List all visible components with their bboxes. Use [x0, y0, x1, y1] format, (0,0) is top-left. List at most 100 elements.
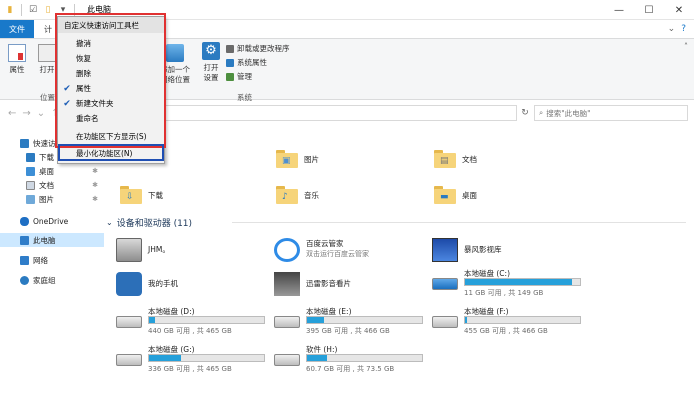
nav-documents[interactable]: 文档 ✱: [0, 178, 104, 192]
menu-item-delete[interactable]: 删除: [58, 66, 164, 81]
chevron-down-icon[interactable]: ⌄: [668, 24, 676, 34]
device-jhm[interactable]: JHM。: [104, 232, 264, 268]
help-icon[interactable]: ?: [681, 24, 686, 34]
maximize-button[interactable]: ☐: [634, 0, 664, 20]
pin-icon[interactable]: ✱: [92, 167, 98, 175]
recent-dropdown-icon[interactable]: ⌄: [37, 108, 45, 119]
drive-g[interactable]: 本地磁盘 (G:) 336 GB 可用 , 共 465 GB: [104, 342, 265, 378]
folder-downloads[interactable]: ⇩ 下载: [120, 186, 163, 204]
menu-item-properties[interactable]: ✔ 属性: [58, 81, 164, 96]
drive-h[interactable]: 软件 (H:) 60.7 GB 可用 , 共 73.5 GB: [262, 342, 423, 378]
window-title: 此电脑: [87, 5, 111, 14]
nav-onedrive-label: OneDrive: [33, 216, 69, 226]
folder-desktop-label: 桌面: [462, 190, 477, 200]
nav-documents-label: 文档: [39, 180, 54, 190]
close-button[interactable]: ✕: [664, 0, 694, 20]
collapse-ribbon-icon[interactable]: ˄: [684, 42, 688, 51]
menu-item-undo-label: 撤消: [76, 39, 91, 48]
open-settings-label-1: 打开: [203, 63, 219, 72]
drive-f-usage-bar: [464, 316, 581, 324]
uninstall-program-button[interactable]: 卸载或更改程序: [226, 43, 290, 54]
folder-documents[interactable]: ▤ 文档: [434, 150, 477, 168]
video-library-icon: [432, 238, 458, 262]
nav-desktop[interactable]: 桌面 ✱: [0, 164, 104, 178]
menu-item-redo[interactable]: 恢复: [58, 51, 164, 66]
drive-icon: [116, 316, 142, 328]
nav-homegroup[interactable]: 家庭组: [0, 273, 104, 287]
device-xunlei[interactable]: 迅雷影音看片: [262, 266, 422, 302]
drive-icon: [274, 316, 300, 328]
desktop-icon: [26, 166, 35, 176]
device-baidu[interactable]: 百度云管家 双击运行百度云管家: [262, 232, 422, 268]
back-icon[interactable]: ←: [8, 108, 16, 119]
drive-e[interactable]: 本地磁盘 (E:) 395 GB 可用 , 共 466 GB: [262, 304, 423, 340]
downloads-folder-icon: ⇩: [120, 186, 142, 204]
refresh-icon[interactable]: ↻: [518, 105, 532, 121]
nav-downloads-label: 下载: [39, 152, 54, 162]
folder-music[interactable]: ♪ 音乐: [276, 186, 319, 204]
nav-homegroup-label: 家庭组: [33, 275, 56, 285]
folder-pictures[interactable]: ▣ 图片: [276, 150, 319, 168]
drive-c[interactable]: 本地磁盘 (C:) 11 GB 可用 , 共 149 GB: [420, 266, 581, 302]
drive-d[interactable]: 本地磁盘 (D:) 440 GB 可用 , 共 465 GB: [104, 304, 265, 340]
forward-icon[interactable]: →: [22, 108, 30, 119]
video-player-icon: [274, 272, 300, 296]
drive-icon: [116, 354, 142, 366]
menu-item-redo-label: 恢复: [76, 54, 91, 63]
system-properties-icon: [226, 58, 234, 67]
music-folder-icon: ♪: [276, 186, 298, 204]
devices-section-header[interactable]: ⌄ 设备和驱动器 (11): [106, 216, 192, 229]
drive-g-space: 336 GB 可用 , 共 465 GB: [148, 365, 232, 373]
manage-button[interactable]: 管理: [226, 71, 252, 82]
properties-label: 属性: [9, 65, 25, 74]
nav-pictures-label: 图片: [39, 194, 54, 204]
minimize-button[interactable]: —: [604, 0, 634, 20]
device-storm[interactable]: 暴风影视库: [420, 232, 580, 268]
qat-dropdown-icon[interactable]: ▾: [57, 4, 69, 16]
window-controls: — ☐ ✕: [604, 0, 694, 20]
open-button[interactable]: 打开: [38, 44, 56, 75]
search-box[interactable]: ⌕ 搜索"此电脑": [534, 105, 688, 121]
explorer-icon[interactable]: ▮: [4, 4, 16, 16]
device-storm-label: 暴风影视库: [464, 245, 502, 254]
search-icon: ⌕: [539, 108, 544, 117]
nav-this-pc-label: 此电脑: [33, 235, 56, 245]
menu-item-rename[interactable]: 重命名: [58, 111, 164, 126]
menu-item-show-below-ribbon[interactable]: 在功能区下方显示(S): [58, 129, 164, 144]
customize-quick-access-menu: 自定义快速访问工具栏 撤消 恢复 删除 ✔ 属性 ✔ 新建文件夹 重命名 在功能…: [57, 16, 165, 164]
desktop-folder-icon: ▬: [434, 186, 456, 204]
network-location-icon: [166, 44, 184, 62]
open-settings-button[interactable]: ⚙ 打开 设置: [202, 42, 220, 83]
drive-e-usage-bar: [306, 316, 423, 324]
system-properties-label: 系统属性: [237, 58, 267, 67]
nav-pictures[interactable]: 图片 ✱: [0, 192, 104, 206]
nav-network[interactable]: 网络: [0, 253, 104, 267]
ribbon-right-controls: ⌄ ?: [668, 20, 694, 38]
properties-check-icon[interactable]: ☑: [27, 4, 39, 16]
device-phone[interactable]: 我的手机: [104, 266, 264, 302]
properties-button[interactable]: 属性: [8, 44, 26, 75]
system-properties-button[interactable]: 系统属性: [226, 57, 267, 68]
document-icon: [26, 180, 35, 190]
drive-g-usage-bar: [148, 354, 265, 362]
menu-item-undo[interactable]: 撤消: [58, 36, 164, 51]
folder-desktop[interactable]: ▬ 桌面: [434, 186, 477, 204]
drive-c-space: 11 GB 可用 , 共 149 GB: [464, 289, 544, 297]
menu-item-delete-label: 删除: [76, 69, 91, 78]
address-input[interactable]: [165, 105, 517, 121]
menu-item-minimize-ribbon[interactable]: 最小化功能区(N): [58, 146, 164, 161]
tab-file[interactable]: 文件: [0, 20, 34, 38]
nav-network-label: 网络: [33, 255, 48, 265]
pin-icon[interactable]: ✱: [92, 181, 98, 189]
pin-icon[interactable]: ✱: [92, 195, 98, 203]
chevron-down-icon[interactable]: ⌄: [106, 218, 113, 227]
nav-onedrive[interactable]: OneDrive: [0, 214, 104, 228]
drive-f[interactable]: 本地磁盘 (F:) 455 GB 可用 , 共 466 GB: [420, 304, 581, 340]
pictures-icon: [26, 194, 35, 204]
menu-item-new-folder[interactable]: ✔ 新建文件夹: [58, 96, 164, 111]
new-folder-icon[interactable]: ▯: [42, 4, 54, 16]
content-pane: ▣ 图片 ▤ 文档 ⇩ 下载 ♪ 音乐 ▬ 桌面 ⌄ 设备和驱动器 (11) J…: [104, 128, 694, 400]
computer-icon: [20, 235, 29, 245]
nav-this-pc[interactable]: 此电脑: [0, 233, 104, 247]
checkmark-icon: ✔: [63, 83, 71, 94]
